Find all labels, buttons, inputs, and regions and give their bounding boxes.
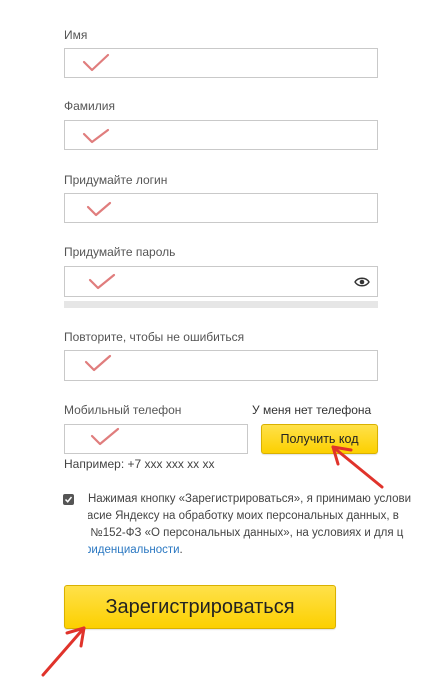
last-name-label: Фамилия — [64, 99, 115, 113]
consent-line-1: Нажимая кнопку «Зарегистрироваться», я п… — [88, 493, 412, 505]
check-mark-annotation — [86, 201, 112, 217]
password-label: Придумайте пароль — [64, 245, 176, 259]
arrow-to-register — [41, 626, 86, 677]
get-code-button[interactable]: Получить код — [261, 424, 378, 454]
consent-text: Нажимая кнопку «Зарегистрироваться», я п… — [88, 491, 434, 559]
consent-line-4-suffix: . — [179, 544, 183, 556]
privacy-policy-link[interactable]: конфиденциальности — [88, 544, 180, 556]
register-button[interactable]: Зарегистрироваться — [64, 585, 336, 629]
login-label: Придумайте логин — [64, 173, 168, 187]
phone-hint: Например: +7 xxx xxx xx xx — [64, 457, 215, 471]
consent-line-2: согласие Яндексу на обработку моих персо… — [88, 510, 399, 522]
password-repeat-label: Повторите, чтобы не ошибиться — [64, 330, 245, 344]
phone-label: Мобильный телефон — [64, 403, 182, 417]
first-name-label: Имя — [64, 28, 88, 42]
check-mark-annotation — [82, 53, 110, 72]
no-phone-link[interactable]: У меня нет телефона — [252, 403, 371, 417]
password-strength-bar — [64, 301, 378, 308]
consent-checkbox[interactable] — [63, 494, 74, 505]
check-mark-annotation — [90, 427, 120, 446]
check-mark-annotation — [84, 354, 112, 372]
consent-line-3: года №152-ФЗ «О персональных данных», на… — [88, 527, 404, 539]
check-mark-annotation — [82, 128, 110, 144]
eye-icon[interactable] — [354, 276, 370, 288]
check-mark-annotation — [88, 273, 116, 290]
